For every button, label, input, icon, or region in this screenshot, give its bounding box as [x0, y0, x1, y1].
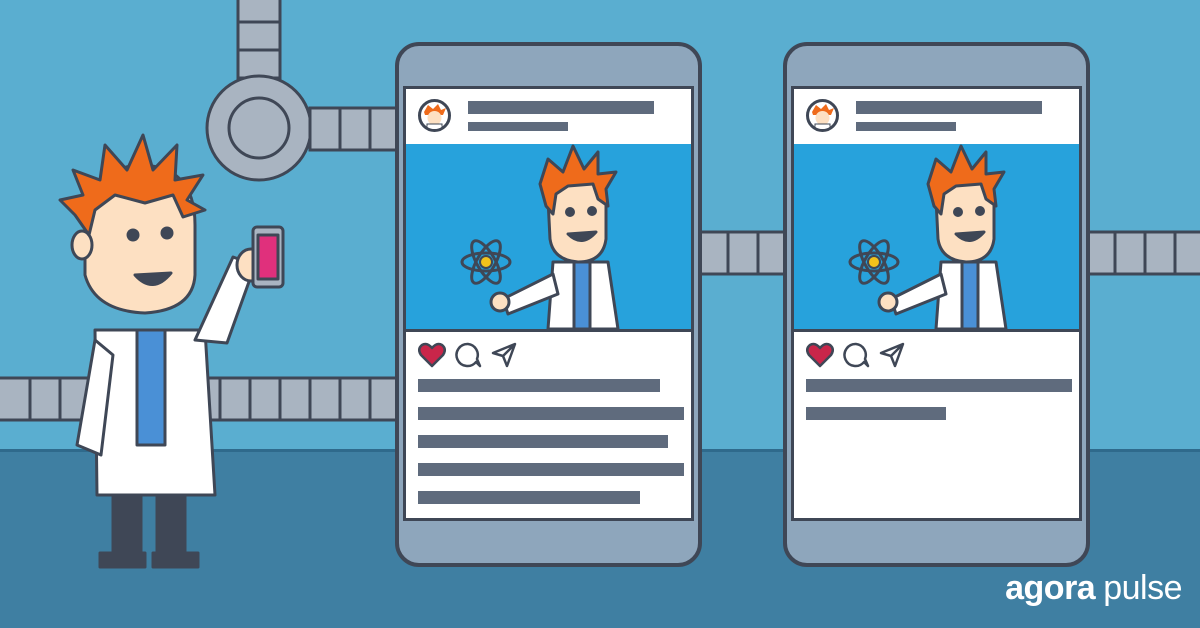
send-icon[interactable] — [490, 341, 518, 369]
comment-icon[interactable] — [842, 341, 870, 369]
post-header — [794, 89, 1079, 147]
caption-line — [418, 435, 668, 448]
post-photo — [794, 144, 1079, 332]
photo-scientist — [848, 144, 1008, 329]
phone-left — [395, 42, 702, 567]
subtitle-placeholder — [468, 122, 568, 131]
agorapulse-logo: agora pulse — [1005, 569, 1182, 608]
photo-scientist — [460, 144, 620, 329]
illustration-scene: agora pulse — [0, 0, 1200, 628]
heart-icon[interactable] — [806, 341, 834, 369]
send-icon[interactable] — [878, 341, 906, 369]
heart-icon[interactable] — [418, 341, 446, 369]
caption-line — [418, 407, 684, 420]
post-actions — [806, 341, 906, 369]
username-placeholder — [468, 101, 654, 114]
scientist-character — [58, 133, 285, 569]
caption-line — [418, 491, 640, 504]
phone-screen — [791, 86, 1082, 521]
username-placeholder — [856, 101, 1042, 114]
post-header — [406, 89, 691, 147]
post-actions — [418, 341, 518, 369]
caption-line — [418, 379, 660, 392]
logo-part-agora: agora — [1005, 569, 1096, 607]
logo-part-pulse: pulse — [1103, 569, 1182, 607]
avatar[interactable] — [806, 99, 839, 132]
caption-line — [806, 407, 946, 420]
avatar[interactable] — [418, 99, 451, 132]
caption-line — [806, 379, 1072, 392]
caption-line — [418, 463, 684, 476]
comment-icon[interactable] — [454, 341, 482, 369]
subtitle-placeholder — [856, 122, 956, 131]
phone-right — [783, 42, 1090, 567]
phone-screen — [403, 86, 694, 521]
post-photo — [406, 144, 691, 332]
